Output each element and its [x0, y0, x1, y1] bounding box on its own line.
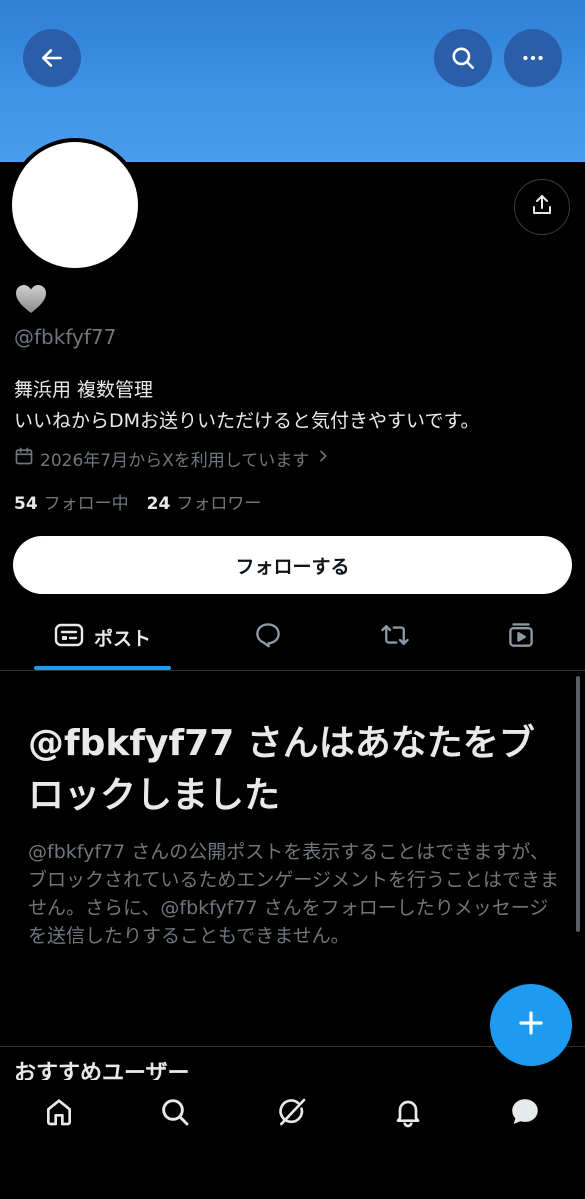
followers-count: 24 [146, 494, 171, 514]
grok-icon [276, 1096, 308, 1132]
search-icon [159, 1096, 191, 1132]
scrollbar[interactable] [576, 676, 580, 932]
joined-date[interactable]: 2026年7月からXを利用しています [14, 446, 331, 471]
replies-icon [253, 620, 283, 654]
following-count: 54 [14, 494, 38, 514]
follow-counts: 54 フォロー中 24 フォロワー [14, 489, 261, 514]
media-icon [506, 620, 536, 654]
following-label: フォロー中 [43, 494, 129, 514]
arrow-left-icon [39, 45, 65, 71]
compose-button[interactable] [490, 984, 572, 1066]
tab-replies[interactable] [238, 604, 298, 670]
tab-posts-label: ポスト [93, 627, 151, 650]
bottom-navigation [0, 1080, 585, 1199]
more-horizontal-icon [520, 45, 546, 71]
grey-heart-icon [14, 283, 48, 319]
blocked-description: @fbkfyf77 さんの公開ポストを表示することはできますが、ブロックされてい… [28, 841, 560, 947]
calendar-icon [14, 446, 34, 471]
bio-line-2: いいねからDMお送りいただけると気付きやすいです。 [14, 410, 480, 432]
more-options-button[interactable] [504, 29, 562, 87]
search-button[interactable] [434, 29, 492, 87]
tab-posts[interactable]: ポスト [34, 604, 171, 670]
search-icon [450, 45, 476, 71]
follow-button[interactable]: フォローする [13, 536, 572, 594]
repost-icon [379, 620, 411, 654]
suggestions-heading: おすすめユーザー [14, 1061, 190, 1080]
share-icon [530, 193, 554, 221]
nav-messages[interactable] [505, 1094, 545, 1134]
tab-reposts[interactable] [365, 604, 425, 670]
nav-notifications[interactable] [388, 1094, 428, 1134]
nav-search[interactable] [155, 1094, 195, 1134]
chevron-right-icon [315, 448, 331, 469]
profile-tabs: ポスト [0, 604, 585, 671]
posts-icon [54, 622, 84, 652]
bio-line-1: 舞浜用 複数管理 [14, 379, 154, 401]
tab-media[interactable] [491, 604, 551, 670]
nav-grok[interactable] [272, 1094, 312, 1134]
nav-home[interactable] [39, 1094, 79, 1134]
home-icon [43, 1096, 75, 1132]
profile-banner [0, 0, 585, 162]
plus-icon [516, 1008, 546, 1042]
profile-handle: @fbkfyf77 [14, 325, 117, 349]
active-tab-indicator [34, 666, 171, 670]
blocked-title: @fbkfyf77 さんはあなたをブロックしました [28, 723, 535, 816]
following-count-link[interactable]: 54 フォロー中 [14, 489, 129, 514]
notifications-icon [392, 1096, 424, 1132]
followers-label: フォロワー [176, 494, 262, 514]
joined-label: 2026年7月からXを利用しています [40, 451, 310, 471]
messages-icon [508, 1095, 542, 1133]
profile-bio: 舞浜用 複数管理 いいねからDMお送りいただけると気付きやすいです。 [14, 375, 480, 437]
followers-count-link[interactable]: 24 フォロワー [147, 489, 262, 514]
back-button[interactable] [23, 29, 81, 87]
share-button[interactable] [514, 179, 570, 235]
avatar[interactable] [8, 138, 142, 272]
